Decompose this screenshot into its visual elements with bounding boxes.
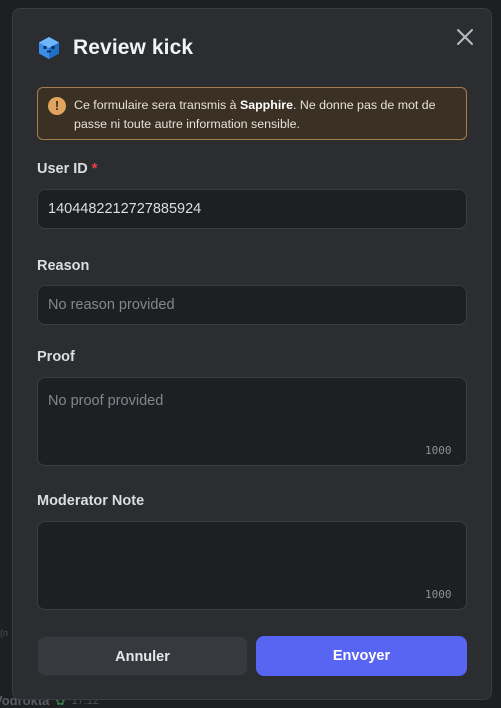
modal-header: Review kick: [37, 33, 193, 63]
close-icon[interactable]: [455, 27, 475, 47]
reason-input[interactable]: [37, 285, 467, 325]
warning-text-prefix: Ce formulaire sera transmis à: [74, 98, 240, 112]
review-kick-modal: Review kick ! Ce formulaire sera transmi…: [12, 8, 492, 700]
moderator-note-textarea[interactable]: [37, 521, 467, 610]
background-fragment: (n: [0, 628, 9, 638]
cancel-button[interactable]: Annuler: [37, 636, 248, 676]
cube-logo-icon: [39, 37, 59, 59]
reason-label: Reason: [37, 258, 90, 274]
required-mark: *: [91, 161, 98, 177]
moderator-note-label: Moderator Note: [37, 493, 145, 509]
user-id-label-text: User ID: [37, 161, 88, 177]
submit-button[interactable]: Envoyer: [256, 636, 467, 676]
warning-app-name: Sapphire: [239, 98, 293, 112]
proof-textarea[interactable]: [37, 377, 467, 466]
user-id-label: User ID *: [37, 161, 97, 177]
warning-banner: ! Ce formulaire sera transmis à Sapphire…: [37, 87, 467, 140]
proof-char-counter: 1000: [425, 444, 452, 457]
warning-icon: !: [48, 97, 66, 115]
user-id-input[interactable]: [37, 189, 467, 229]
moderator-note-char-counter: 1000: [425, 588, 452, 601]
modal-title: Review kick: [73, 36, 194, 59]
proof-label: Proof: [37, 349, 75, 365]
